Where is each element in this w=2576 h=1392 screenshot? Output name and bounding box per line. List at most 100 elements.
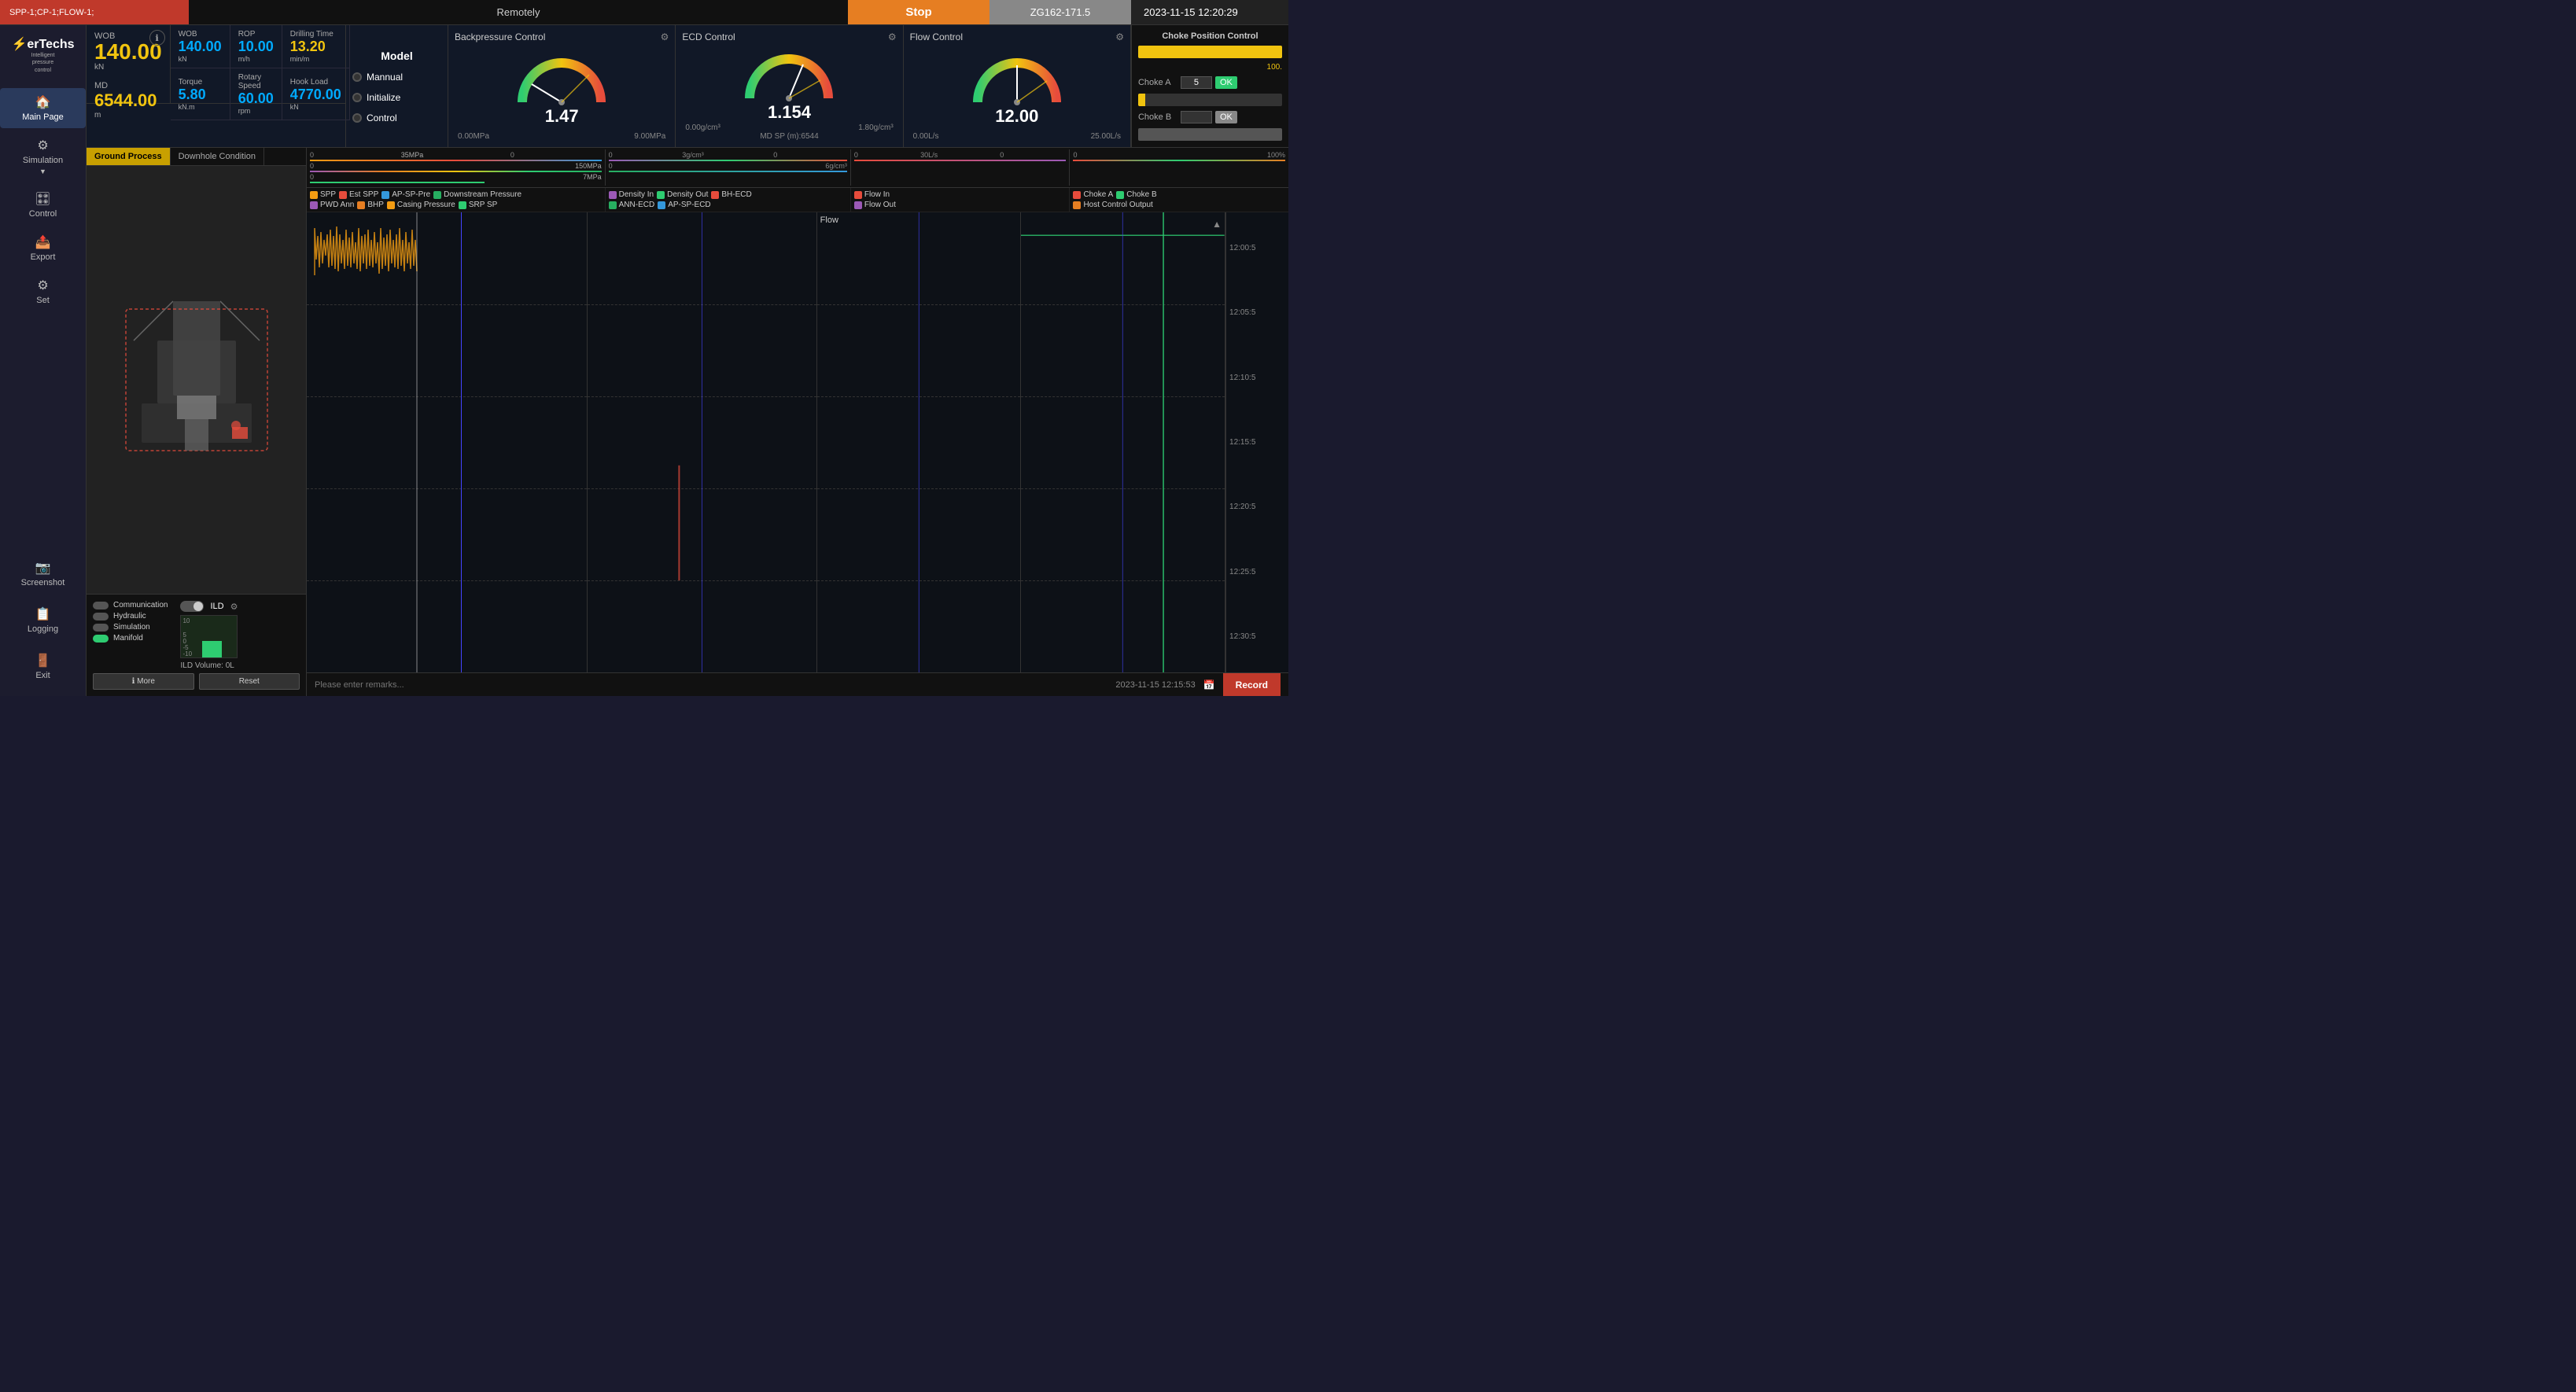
logo-text: ⚡erTechs (11, 36, 74, 52)
legend-density-out: Density Out (657, 190, 708, 199)
legend-bh-ecd: BH-ECD (711, 190, 751, 199)
ecd-gauge-svg (742, 47, 836, 102)
md-section: MD 6544.00 m (94, 81, 162, 120)
model-title: Model (381, 50, 412, 62)
tab-downhole-condition[interactable]: Downhole Condition (171, 148, 264, 165)
legend-section-2: Density In Density Out BH-ECD (606, 188, 851, 212)
backpressure-title: Backpressure Control (455, 31, 545, 42)
sidebar-item-logging[interactable]: 📋 Logging (0, 600, 86, 640)
settings-icon[interactable]: ⚙ (888, 31, 897, 42)
ecd-gauge-body: 1.154 (682, 46, 896, 123)
metric-hook-load: Hook Load 4770.00 kN (282, 68, 350, 120)
ild-toggle-knob (193, 602, 203, 611)
calendar-icon[interactable]: 📅 (1203, 679, 1215, 690)
model-option-control[interactable]: Control (352, 112, 441, 123)
md-unit: m (94, 111, 162, 120)
backpressure-gauge-panel: Backpressure Control ⚙ (448, 25, 676, 147)
choke-progress-bar (1138, 46, 1282, 58)
ild-label: ILD (210, 602, 223, 611)
info-btn[interactable]: ℹ More (93, 673, 194, 690)
wob-panel: ℹ WOB 140.00 kN MD 6544.00 m (87, 25, 171, 103)
set-icon: ⚙ (37, 278, 48, 293)
ild-bar (202, 641, 222, 657)
reset-btn[interactable]: Reset (199, 673, 300, 690)
gp-bottom: Communication Hydraulic Simulation (87, 594, 306, 696)
choke-bar-fill (1138, 46, 1282, 58)
ild-toggle[interactable] (180, 601, 204, 612)
ground-process-panel: Ground Process Downhole Condition (87, 148, 307, 696)
legend-choke-b: Choke B (1116, 190, 1156, 199)
stop-button[interactable]: Stop (848, 0, 989, 24)
info-icon[interactable]: ℹ (149, 30, 165, 46)
model-panel: Model Mannual Initialize Control (346, 25, 448, 147)
record-button[interactable]: Record (1223, 673, 1281, 696)
ild-settings-icon[interactable]: ⚙ (230, 602, 238, 612)
backpressure-gauge-svg (514, 51, 609, 106)
choke-b-input[interactable] (1181, 111, 1212, 123)
choke-b-bar (1138, 128, 1282, 141)
choke-panel: Choke Position Control 100. Choke A OK (1131, 25, 1288, 147)
spp-label: SPP-1;CP-1;FLOW-1; (0, 0, 189, 24)
scale-section-4: 0100% (1070, 149, 1288, 186)
legend-choke-a: Choke A (1073, 190, 1113, 199)
backpressure-value: 1.47 (545, 106, 579, 127)
sidebar-item-label: Simulation (23, 156, 63, 165)
metric-wob: WOB 140.00 kN (171, 25, 230, 68)
radio-initialize[interactable] (352, 93, 362, 102)
comm-item-communication: Communication (93, 601, 168, 609)
choke-b-ok-button[interactable]: OK (1215, 111, 1237, 123)
settings-icon[interactable]: ⚙ (661, 31, 669, 42)
sidebar-item-main-page[interactable]: 🏠 Main Page (0, 88, 86, 128)
scale-section-3: 030L/s 0 (851, 149, 1071, 186)
comm-dot-hydraulic (93, 613, 109, 621)
remarks-input[interactable] (315, 680, 1107, 690)
simulation-icon: ⚙ (37, 138, 48, 153)
scale-rows: 035MPa 0 0150MPa 07MPa (307, 148, 1288, 188)
sidebar-item-screenshot[interactable]: 📷 Screenshot (0, 554, 86, 594)
time-label-6: 12:30:5 (1229, 632, 1285, 641)
choke-a-input[interactable] (1181, 76, 1212, 89)
choke-b-row: Choke B OK (1138, 111, 1282, 123)
ecd-range: 0.00g/cm³ 1.80g/cm³ (682, 123, 896, 132)
time-label-2: 12:10:5 (1229, 374, 1285, 382)
charts-area: 035MPa 0 0150MPa 07MPa (307, 148, 1288, 696)
sidebar-item-set[interactable]: ⚙ Set (0, 271, 86, 311)
ild-volume: ILD Volume: 0L (180, 661, 238, 670)
chart-flow: Flow (817, 212, 1022, 672)
chart-scroll-up-icon[interactable]: ▲ (1212, 219, 1222, 230)
control-icon: 🎛 (35, 191, 50, 207)
sidebar-item-control[interactable]: 🎛 Control (0, 185, 86, 225)
density-waveform (588, 212, 816, 672)
comm-dot-simulation (93, 624, 109, 632)
home-icon: 🏠 (35, 94, 51, 110)
radio-control[interactable] (352, 113, 362, 123)
tab-ground-process[interactable]: Ground Process (87, 148, 171, 165)
legend-area: SPP Est SPP AP-SP-Pre (307, 188, 1288, 212)
chart-density (588, 212, 817, 672)
legend-pwd-ann: PWD Ann (310, 201, 354, 209)
sidebar-item-simulation[interactable]: ⚙ Simulation ▼ (0, 131, 86, 182)
md-label: MD (94, 81, 162, 90)
gp-tabs: Ground Process Downhole Condition (87, 148, 306, 166)
radio-mannual[interactable] (352, 72, 362, 82)
legend-flow-out: Flow Out (854, 201, 896, 209)
backpressure-gauge-body: 1.47 (455, 46, 669, 132)
scale-section-1: 035MPa 0 0150MPa 07MPa (307, 149, 606, 186)
metric-torque: Torque 5.80 kN.m (171, 68, 230, 120)
status-datetime: 2023-11-15 12:15:53 (1115, 680, 1195, 690)
choke-waveform (1021, 212, 1225, 672)
metrics-panel: ℹ WOB 140.00 kN MD 6544.00 m WOB (87, 25, 346, 147)
datetime-display: 2023-11-15 12:20:29 (1131, 0, 1288, 24)
model-option-mannual[interactable]: Mannual (352, 72, 441, 83)
sidebar-item-export[interactable]: 📤 Export (0, 228, 86, 268)
rig-image-area (87, 166, 306, 594)
chart-choke: ▲ (1021, 212, 1225, 672)
sidebar-item-exit[interactable]: 🚪 Exit (0, 646, 86, 687)
settings-icon[interactable]: ⚙ (1115, 31, 1124, 42)
choke-a-ok-button[interactable]: OK (1215, 76, 1237, 89)
legend-section-3: Flow In Flow Out (851, 188, 1071, 212)
model-option-initialize[interactable]: Initialize (352, 92, 441, 103)
comm-dot-communication (93, 602, 109, 609)
legend-ap-sp-pre: AP-SP-Pre (381, 190, 430, 199)
status-bar: 2023-11-15 12:15:53 📅 Record (307, 672, 1288, 696)
